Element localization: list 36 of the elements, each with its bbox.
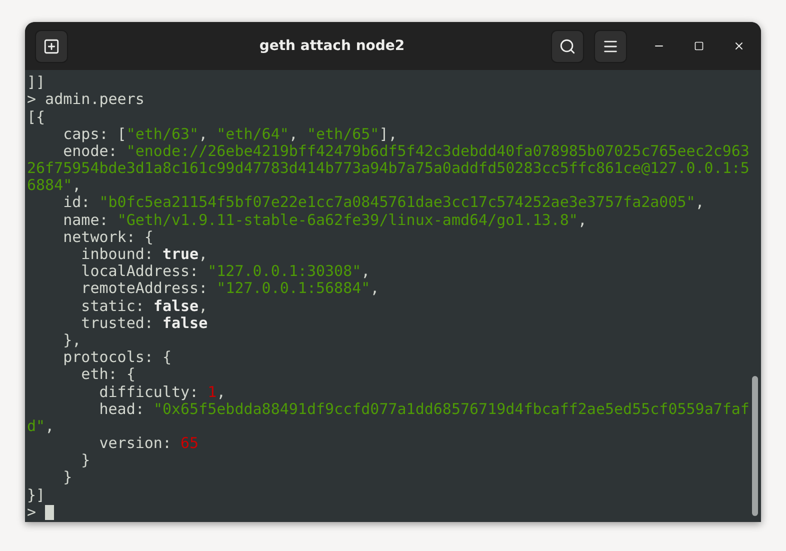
terminal-line: static: false,: [80, 298, 208, 315]
terminal-line: head: "0x65f5ebdda88491df9ccfd077a1dd68576719d4fbcaff2ae5ed55cf0559a7faf: [98, 400, 750, 418]
terminal-line: enode: "enode://26ebe4219bff42479b6df5f42c3debdd40fa078985b07025c765eec2c963: [62, 142, 750, 160]
terminal-line: ]]: [27, 74, 46, 92]
terminal-line: network: {: [62, 228, 154, 246]
terminal-line: protocols: {: [62, 349, 172, 366]
terminal-line: remoteAddress: "127.0.0.1:56884",: [80, 280, 380, 298]
terminal-line: eth: {: [81, 366, 136, 384]
terminal-line: }]: [27, 486, 46, 504]
text-cursor: [45, 504, 54, 520]
terminal-line: name: "Geth/v1.9.11-stable-6a62fe39/linux-amd64/go1.13.8",: [62, 212, 587, 229]
terminal-line: trusted: false: [80, 314, 208, 332]
terminal-line: }: [80, 452, 90, 470]
terminal-line: 26f75954bde3d1a8c161c99d47783d414b773a94b7a75a0addfd50283cc5ffc861ce@127.0.0.1:5: [27, 160, 750, 178]
terminal-line: [{: [27, 108, 46, 126]
terminal-line: id: "b0fc5ea21154f5bf07e22e1cc7a0845761dae3cc17c574252ae3e3757fa2a005",: [62, 194, 704, 212]
window-title: geth attach node2: [259, 36, 405, 56]
search-button[interactable]: [551, 30, 584, 62]
terminal-line: 6884",: [27, 177, 82, 194]
terminal-line: version: 65: [98, 435, 199, 452]
terminal-line: }: [62, 469, 72, 487]
terminal-line: },: [62, 332, 82, 350]
terminal-line: difficulty: 1,: [98, 384, 226, 401]
terminal-line: inbound: true,: [80, 246, 208, 264]
close-icon: [733, 40, 745, 52]
search-icon: [559, 38, 576, 54]
maximize-icon: [694, 41, 704, 51]
terminal-line: d",: [27, 418, 54, 436]
terminal-line: > admin.peers: [27, 91, 144, 109]
scrollbar-thumb[interactable]: [752, 376, 758, 516]
new-tab-button[interactable]: [35, 30, 68, 62]
menu-button[interactable]: [594, 30, 627, 62]
terminal-line: >: [27, 504, 38, 522]
add-tab-icon: [43, 38, 60, 54]
terminal-line: caps: ["eth/63", "eth/64", "eth/65"],: [62, 126, 398, 143]
terminal-line: localAddress: "127.0.0.1:30308",: [80, 263, 370, 280]
